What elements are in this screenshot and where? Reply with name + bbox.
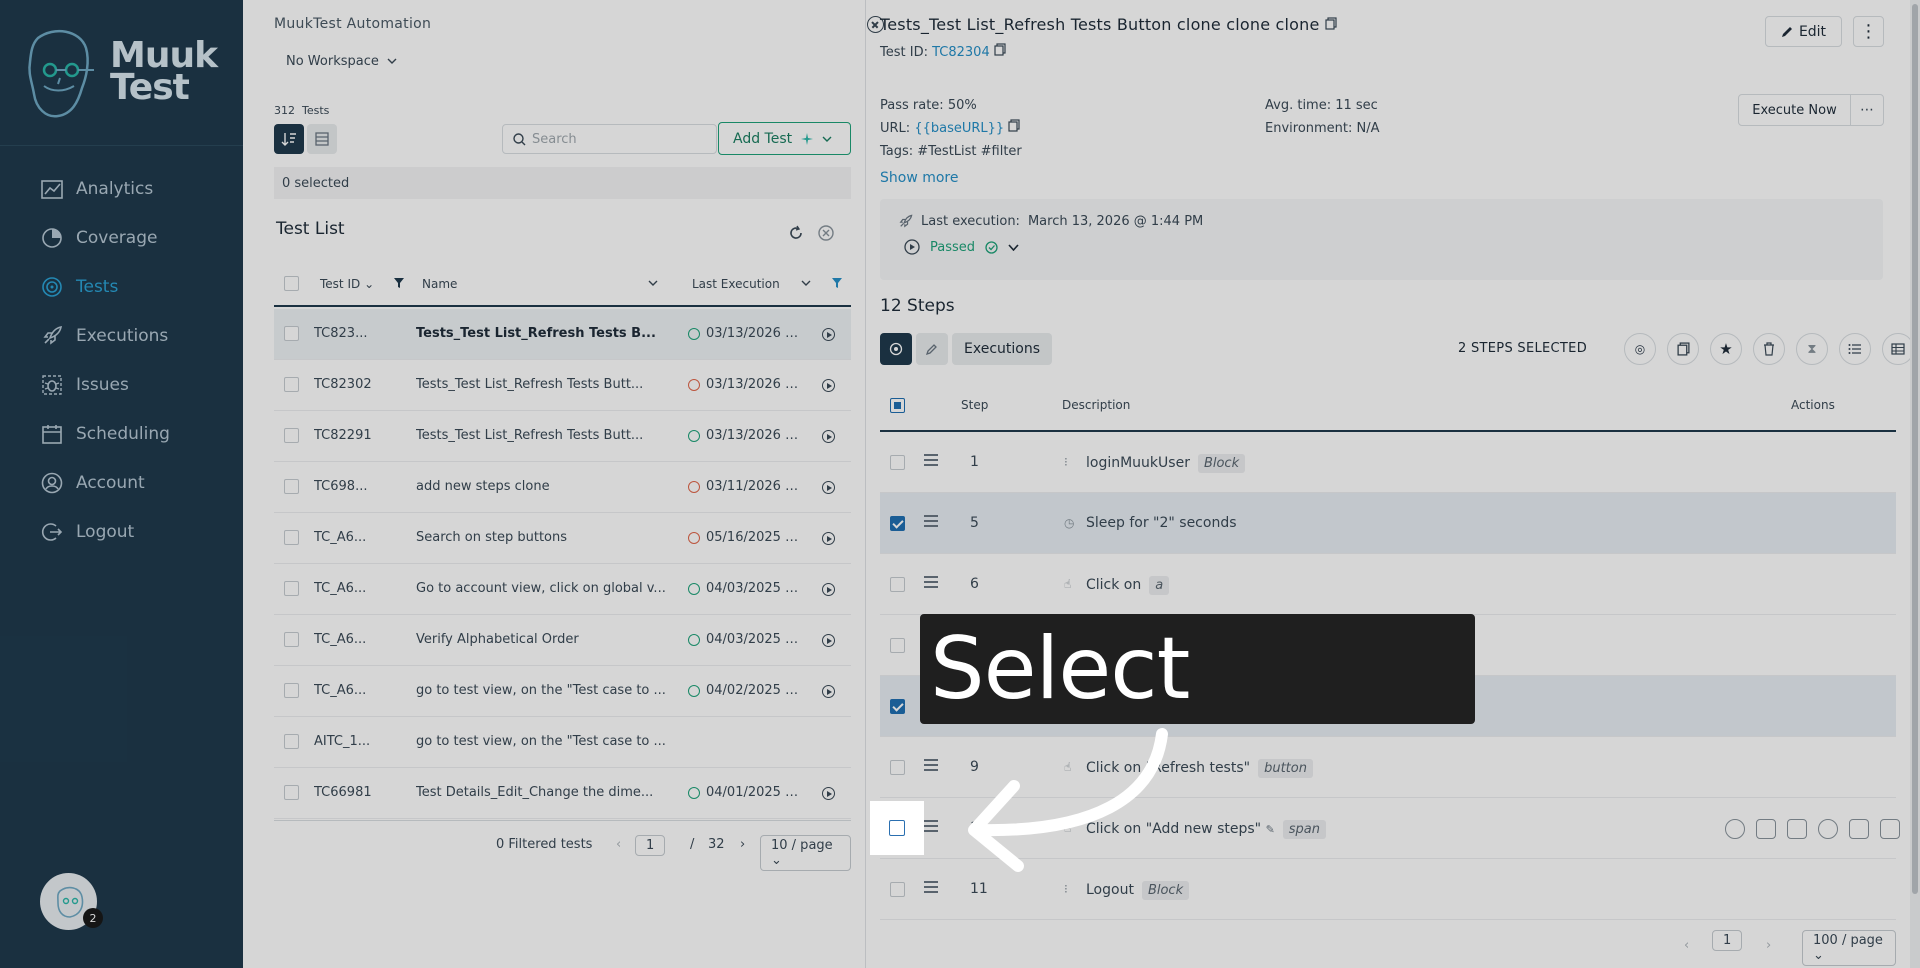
tutorial-tooltip: Select	[920, 614, 1475, 724]
tutorial-arrow-icon	[968, 728, 1168, 872]
tooltip-text: Select	[930, 619, 1190, 719]
step-checkbox[interactable]	[889, 820, 905, 836]
highlighted-step-checkbox[interactable]	[870, 801, 924, 855]
